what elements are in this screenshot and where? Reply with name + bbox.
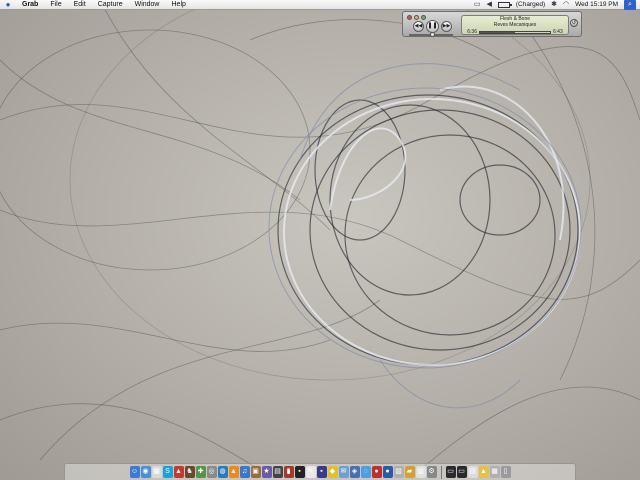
film-icon[interactable]: ▤ <box>272 466 283 478</box>
progress-row: 6:36 6:43 <box>462 29 568 35</box>
menu-capture[interactable]: Capture <box>92 0 129 10</box>
ichat-icon[interactable]: ◌ <box>360 466 371 478</box>
volume-icon[interactable]: ◀ <box>486 0 491 10</box>
remaining-time: 6:43 <box>553 29 563 35</box>
dock: ☺ ◉ ▦ S ▲ ♞ ✚ ◎ ◍ ▲ ♫ ▣ ★ ▤ ▮ ▪ ✎ ▪ ◆ ✉ ◈ ◌ ● ● ▧ ▰ ▥ ⚙ ▭ ▭ ▤ ▲ ▦ ▯ <box>64 463 576 480</box>
downloads-folder-icon[interactable]: ▦ <box>489 466 500 478</box>
terminal-icon[interactable]: ▪ <box>294 466 305 478</box>
stack-icon[interactable]: ▲ <box>478 466 489 478</box>
vlc-icon[interactable]: ▲ <box>228 466 239 478</box>
book-icon[interactable]: ▮ <box>283 466 294 478</box>
apple-menu-icon[interactable]: ● <box>0 0 16 9</box>
volume-slider[interactable] <box>409 32 453 37</box>
fractal-wallpaper-art <box>0 0 640 471</box>
menu-app-grab[interactable]: Grab <box>16 0 44 10</box>
menubar-clock[interactable]: Wed 15:19 PM <box>575 1 618 8</box>
track-display: Flesh & Bone Reves Mecaniques 6:36 6:43 <box>461 15 569 35</box>
folder-icon[interactable]: ▰ <box>404 466 415 478</box>
track-artist: Reves Mecaniques <box>493 22 537 28</box>
zoom-button[interactable] <box>421 15 426 20</box>
desktop-wallpaper <box>0 0 640 480</box>
dock-apps: ☺ ◉ ▦ S ▲ ♞ ✚ ◎ ◍ ▲ ♫ ▣ ★ ▤ ▮ ▪ ✎ ▪ ◆ ✉ ◈ ◌ ● ● ▧ ▰ ▥ ⚙ <box>129 466 437 478</box>
network-icon[interactable]: ◈ <box>349 466 360 478</box>
window-controls <box>407 15 426 20</box>
chess-icon[interactable]: ♞ <box>184 466 195 478</box>
mail-icon[interactable]: ✉ <box>338 466 349 478</box>
menu-extras: ▭ ◀ (Charged) ✱ ◠ Wed 15:19 PM ⌕ <box>474 0 640 10</box>
calendar-icon[interactable]: ▥ <box>415 466 426 478</box>
app-icon-red[interactable]: ● <box>371 466 382 478</box>
display-menu-icon[interactable]: ▭ <box>474 0 481 10</box>
itunes-icon[interactable]: ♫ <box>239 466 250 478</box>
previous-track-button[interactable]: ◀◀ <box>413 21 424 32</box>
wifi-icon[interactable]: ◠ <box>563 0 569 10</box>
adium-icon[interactable]: ◆ <box>327 466 338 478</box>
minimize-button[interactable] <box>414 15 419 20</box>
skype-icon[interactable]: S <box>162 466 173 478</box>
imovie-icon[interactable]: ★ <box>261 466 272 478</box>
close-button[interactable] <box>407 15 412 20</box>
itunes-mini-player: ◀◀ ❚❚ ▶▶ Flesh & Bone Reves Mecaniques 6… <box>402 11 582 37</box>
textedit-icon[interactable]: ✎ <box>305 466 316 478</box>
finder-icon[interactable]: ☺ <box>129 466 140 478</box>
screenshot-doc-icon[interactable]: ▤ <box>467 466 478 478</box>
window-thumb-icon-2[interactable]: ▭ <box>456 466 467 478</box>
menu-edit[interactable]: Edit <box>68 0 92 10</box>
photo-icon[interactable]: ▣ <box>250 466 261 478</box>
safari-icon[interactable]: ◉ <box>140 466 151 478</box>
utility-icon[interactable]: ▪ <box>316 466 327 478</box>
globe-icon[interactable]: ◍ <box>217 466 228 478</box>
xcode-icon[interactable]: ✚ <box>195 466 206 478</box>
bluetooth-icon[interactable]: ✱ <box>551 0 557 10</box>
app-icon-blue[interactable]: ● <box>382 466 393 478</box>
spotlight-icon[interactable]: ⌕ <box>624 0 636 10</box>
trash-icon[interactable]: ▯ <box>500 466 511 478</box>
system-preferences-icon[interactable]: ⚙ <box>426 466 437 478</box>
menu-window[interactable]: Window <box>129 0 166 10</box>
window-thumb-icon[interactable]: ▭ <box>445 466 456 478</box>
menu-file[interactable]: File <box>44 0 67 10</box>
track-progress-bar[interactable] <box>479 30 551 34</box>
preview-icon[interactable]: ▧ <box>393 466 404 478</box>
volume-knob[interactable] <box>430 32 436 37</box>
disk-utility-icon[interactable]: ◎ <box>206 466 217 478</box>
elapsed-time: 6:36 <box>467 29 477 35</box>
battery-icon[interactable] <box>497 1 512 8</box>
next-track-button[interactable]: ▶▶ <box>441 21 452 32</box>
battery-status[interactable]: (Charged) <box>516 1 545 8</box>
flag-icon[interactable]: ▲ <box>173 466 184 478</box>
dock-separator <box>440 465 442 479</box>
menu-bar: ● Grab File Edit Capture Window Help ▭ ◀… <box>0 0 640 10</box>
snapback-icon[interactable]: ↺ <box>570 19 578 27</box>
ical-icon[interactable]: ▦ <box>151 466 162 478</box>
menu-help[interactable]: Help <box>166 0 192 10</box>
track-progress-fill <box>480 31 515 33</box>
dock-documents: ▭ ▭ ▤ ▲ ▦ ▯ <box>445 466 511 478</box>
